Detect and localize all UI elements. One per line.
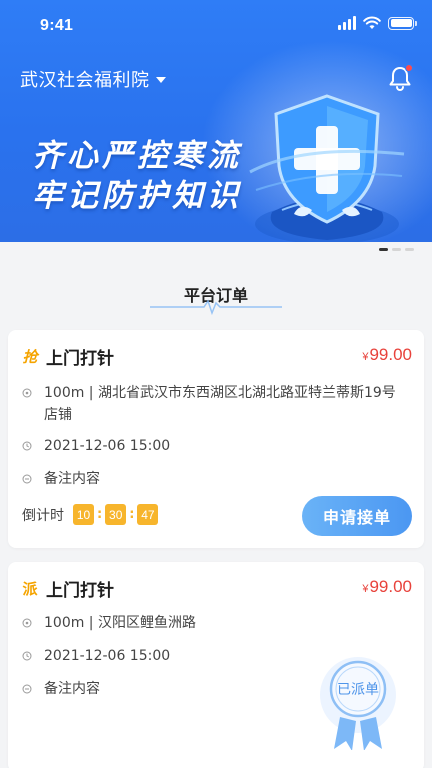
countdown-seconds: 47 <box>137 504 159 525</box>
price-amount: 99.00 <box>369 577 412 596</box>
note-icon <box>22 684 32 694</box>
shield-illustration <box>249 94 405 242</box>
wifi-icon <box>363 16 381 29</box>
slogan-line-1: 齐心严控寒流 <box>32 138 242 174</box>
org-selector[interactable]: 武汉社会福利院 <box>20 66 166 92</box>
location-icon <box>22 618 32 628</box>
signal-icon <box>338 16 356 30</box>
countdown-label: 倒计时 <box>22 507 64 524</box>
status-bar: 9:41 <box>0 0 432 52</box>
order-card[interactable]: 抢 上门打针 ¥99.00 100m | 湖北省武汉市东西湖区北湖北路亚特兰蒂斯… <box>8 330 424 548</box>
note-icon <box>22 474 32 484</box>
order-note: 备注内容 <box>44 471 100 487</box>
pulse-line-icon <box>150 299 282 316</box>
battery-icon <box>388 16 417 30</box>
status-icons <box>338 16 417 30</box>
order-note-row: 备注内容 <box>22 468 404 490</box>
stamp-label: 已派单 <box>337 682 379 698</box>
currency-symbol: ¥ <box>362 583 369 595</box>
countdown: 倒计时 10 : 30 : 47 <box>22 504 159 525</box>
currency-symbol: ¥ <box>362 351 369 363</box>
clock-icon <box>22 441 32 451</box>
carousel-indicator <box>379 248 414 251</box>
countdown-minutes: 30 <box>105 504 127 525</box>
banner-slogan: 齐心严控寒流 牢记防护知识 <box>32 136 242 216</box>
price-amount: 99.00 <box>369 345 412 364</box>
countdown-hours: 10 <box>73 504 94 525</box>
location-icon <box>22 388 32 398</box>
dispatched-stamp: 已派单 <box>320 657 396 750</box>
slogan-line-2: 牢记防护知识 <box>32 178 242 214</box>
grab-order-icon: 抢 <box>22 348 38 366</box>
order-price: ¥99.00 <box>362 577 412 597</box>
order-address-row: 100m | 汉阳区鲤鱼洲路 <box>22 612 404 634</box>
order-address: 100m | 汉阳区鲤鱼洲路 <box>44 615 196 631</box>
order-title: 上门打针 <box>46 349 114 369</box>
order-header: 抢 上门打针 <box>20 344 114 369</box>
notification-badge <box>405 64 413 72</box>
status-time: 9:41 <box>40 17 74 34</box>
order-address: 100m | 湖北省武汉市东西湖区北湖北路亚特兰蒂斯19号店铺 <box>44 385 396 423</box>
order-title: 上门打针 <box>46 581 114 601</box>
chevron-down-icon <box>155 77 166 83</box>
banner[interactable]: 9:41 武汉社会福利院 齐心严控寒流 牢记防护知识 <box>0 0 432 242</box>
dispatch-order-icon: 派 <box>22 580 38 598</box>
countdown-separator: : <box>97 507 103 522</box>
apply-order-button[interactable]: 申请接单 <box>302 496 412 536</box>
clock-icon <box>22 651 32 661</box>
order-time-row: 2021-12-06 15:00 <box>22 435 404 457</box>
org-name: 武汉社会福利院 <box>20 70 150 91</box>
countdown-separator: : <box>129 507 135 522</box>
order-time: 2021-12-06 15:00 <box>44 438 171 454</box>
order-price: ¥99.00 <box>362 345 412 365</box>
order-address-row: 100m | 湖北省武汉市东西湖区北湖北路亚特兰蒂斯19号店铺 <box>22 382 404 426</box>
order-header: 派 上门打针 <box>20 576 114 601</box>
